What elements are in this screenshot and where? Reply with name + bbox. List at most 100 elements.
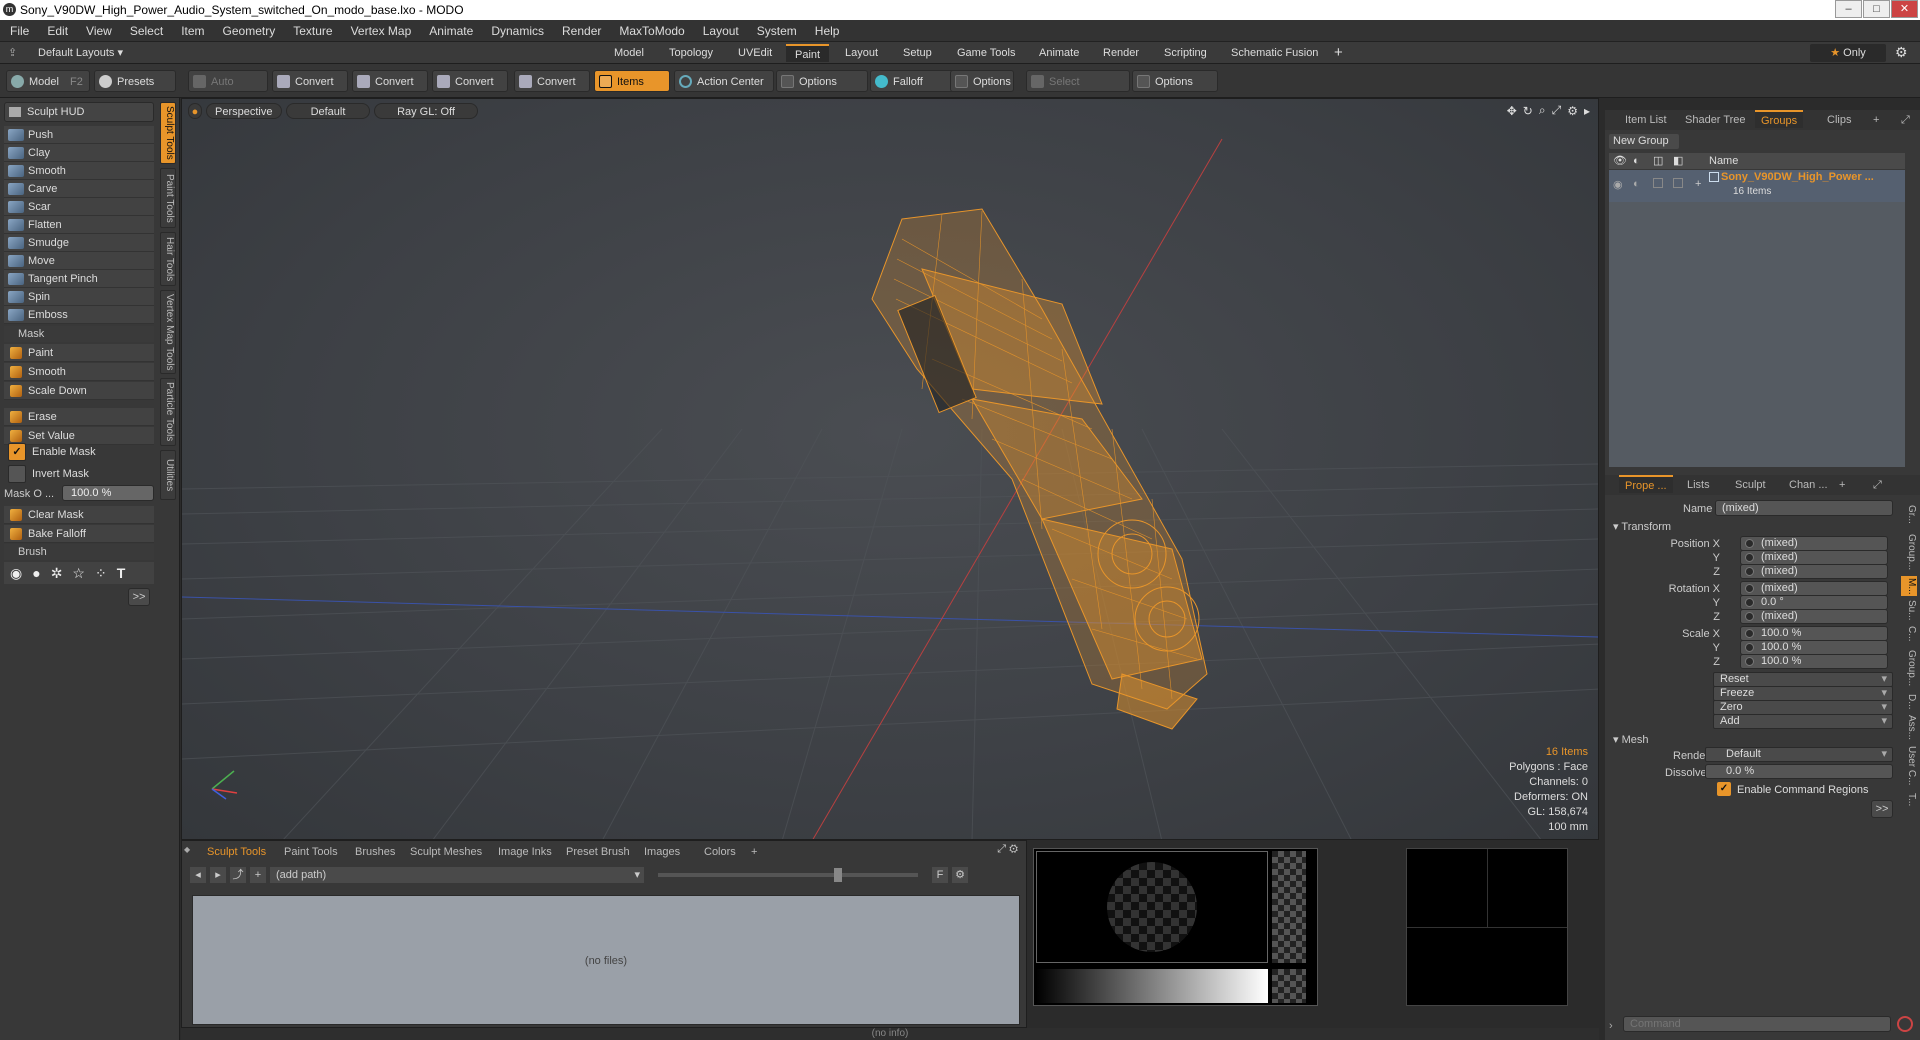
layout-home-icon[interactable]: ⇪ [8, 46, 17, 59]
vtab-sculpt-tools[interactable]: Sculpt Tools [160, 102, 176, 164]
rotation-y-field[interactable]: 0.0 ° [1740, 595, 1888, 610]
tool-spin[interactable]: Spin [4, 288, 154, 306]
more-brushes-button[interactable]: >> [128, 588, 150, 606]
tab-channels[interactable]: Chan ... [1783, 476, 1834, 494]
action-options-button[interactable]: Options [776, 70, 868, 92]
eye-icon[interactable]: 👁 [1613, 153, 1627, 169]
tab-schematic-fusion[interactable]: Schematic Fusion [1222, 44, 1327, 62]
menu-view[interactable]: View [77, 20, 121, 42]
panel-menu-icon[interactable]: ◆ [184, 845, 190, 854]
tab-topology[interactable]: Topology [660, 44, 722, 62]
group-row[interactable]: ◉ ◐ + Sony_V90DW_High_Power ... 16 Items [1609, 170, 1905, 202]
convert-materials-button[interactable]: Convert [514, 70, 590, 92]
brush-section-header[interactable]: Brush [4, 544, 154, 560]
groups-list-area[interactable] [1609, 202, 1905, 467]
position-z-field[interactable]: (mixed) [1740, 564, 1888, 579]
lock-checkbox[interactable] [1653, 178, 1663, 188]
tab-lists[interactable]: Lists [1681, 476, 1716, 494]
zoom-icon[interactable]: ⌕ [1539, 103, 1546, 118]
enable-command-regions-checkbox[interactable]: ✓ [1717, 782, 1731, 796]
add-path-icon[interactable]: + [250, 867, 266, 883]
more-properties-button[interactable]: >> [1871, 800, 1893, 818]
menu-select[interactable]: Select [121, 20, 172, 42]
transform-section-header[interactable]: ▾ Transform [1613, 520, 1671, 533]
bake-falloff-button[interactable]: Bake Falloff [4, 525, 154, 543]
keyframe-dot[interactable] [1745, 643, 1754, 652]
group-name[interactable]: Sony_V90DW_High_Power ... [1721, 171, 1874, 183]
sculpt-hud-button[interactable]: Sculpt HUD [4, 102, 154, 122]
menu-system[interactable]: System [748, 20, 806, 42]
keyframe-dot[interactable] [1745, 553, 1754, 562]
btab-image-inks[interactable]: Image Inks [491, 843, 559, 861]
tool-flatten[interactable]: Flatten [4, 216, 154, 234]
tool-emboss[interactable]: Emboss [4, 306, 154, 324]
convert-edges-button[interactable]: Convert [352, 70, 428, 92]
select-through-button[interactable]: Select Through [1026, 70, 1130, 110]
btab-preset-brush[interactable]: Preset Brush [559, 843, 637, 861]
mask-smooth-tool[interactable]: Smooth [4, 363, 154, 381]
vtab-hair-tools[interactable]: Hair Tools [160, 232, 176, 286]
mask-paint-tool[interactable]: Paint [4, 344, 154, 362]
presets-button[interactable]: Presets F6 [94, 70, 176, 110]
tool-smooth[interactable]: Smooth [4, 162, 154, 180]
tab-paint[interactable]: Paint [786, 44, 830, 62]
vtab-vertex-map-tools[interactable]: Vertex Map Tools [160, 290, 176, 374]
viewport-menu-icon[interactable]: ● [188, 103, 202, 119]
keyframe-dot[interactable] [1745, 598, 1754, 607]
add-tab-icon[interactable]: + [1833, 476, 1851, 494]
menu-layout[interactable]: Layout [694, 20, 748, 42]
lock-icon[interactable]: ◫ [1653, 153, 1663, 169]
tab-uvedit[interactable]: UVEdit [729, 44, 781, 62]
browser-settings-icon[interactable]: ⚙ [952, 867, 968, 883]
mesh-section-header[interactable]: ▾ Mesh [1613, 733, 1648, 746]
only-toggle[interactable]: ★ Only [1810, 44, 1886, 62]
tab-clips[interactable]: Clips [1821, 111, 1857, 129]
path-dropdown[interactable]: (add path) ▾ [270, 867, 644, 883]
side-tab-10[interactable]: T... [1901, 790, 1917, 810]
mask-scale-down-tool[interactable]: Scale Down [4, 382, 154, 400]
side-tab-9[interactable]: User C... [1901, 744, 1917, 788]
gear-icon[interactable]: ⚙ [1895, 44, 1908, 61]
tab-scripting[interactable]: Scripting [1155, 44, 1216, 62]
tab-setup[interactable]: Setup [894, 44, 941, 62]
view-type-dropdown[interactable]: Perspective [206, 103, 282, 119]
select-checkbox[interactable] [1673, 178, 1683, 188]
tool-push[interactable]: Push [4, 126, 154, 144]
tool-carve[interactable]: Carve [4, 180, 154, 198]
expand-arrow-icon[interactable]: ▸ [1584, 104, 1590, 118]
keyframe-dot[interactable] [1745, 657, 1754, 666]
select-icon[interactable]: ◧ [1673, 153, 1683, 169]
btab-brushes[interactable]: Brushes [348, 843, 402, 861]
pan-icon[interactable]: ✥ [1507, 104, 1517, 118]
side-tab-5[interactable]: C... [1901, 624, 1917, 644]
menu-geometry[interactable]: Geometry [214, 20, 285, 42]
name-field[interactable]: (mixed) [1715, 500, 1893, 516]
keyframe-dot[interactable] [1745, 539, 1754, 548]
side-tab-1[interactable]: Gr... [1901, 500, 1917, 528]
panel-settings-icon[interactable]: ⤢ ⚙ [997, 843, 1018, 856]
render-icon[interactable]: ◐ [1633, 153, 1640, 169]
keyframe-dot[interactable] [1745, 629, 1754, 638]
items-mode-button[interactable]: Items [594, 70, 670, 92]
expand-icon[interactable]: ⤢ [1867, 476, 1888, 494]
maximize-button[interactable]: □ [1863, 0, 1890, 18]
filter-button[interactable]: F [932, 867, 948, 883]
vtab-particle-tools[interactable]: Particle Tools [160, 378, 176, 446]
vtab-paint-tools[interactable]: Paint Tools [160, 168, 176, 228]
side-tab-3[interactable]: M... [1901, 576, 1917, 596]
side-tab-6[interactable]: Group... [1901, 646, 1917, 690]
dotted-brush-icon[interactable]: ⁘ [95, 565, 107, 582]
file-list-area[interactable]: (no files) [192, 895, 1020, 1025]
expand-icon[interactable]: ⤢ [1895, 111, 1916, 129]
tool-tangent-pinch[interactable]: Tangent Pinch [4, 270, 154, 288]
keyframe-dot[interactable] [1745, 612, 1754, 621]
forward-arrow-icon[interactable]: ▸ [210, 867, 226, 883]
menu-help[interactable]: Help [806, 20, 849, 42]
rotation-x-field[interactable]: (mixed) [1740, 581, 1888, 596]
splat-brush-icon[interactable]: ✲ [51, 565, 63, 582]
text-brush-icon[interactable]: T [117, 565, 126, 581]
enable-mask-checkbox[interactable]: ✓ [8, 443, 26, 461]
vtab-utilities[interactable]: Utilities [160, 450, 176, 500]
add-tab-icon[interactable]: + [1867, 111, 1885, 129]
soft-brush-icon[interactable]: ◉ [10, 565, 22, 582]
